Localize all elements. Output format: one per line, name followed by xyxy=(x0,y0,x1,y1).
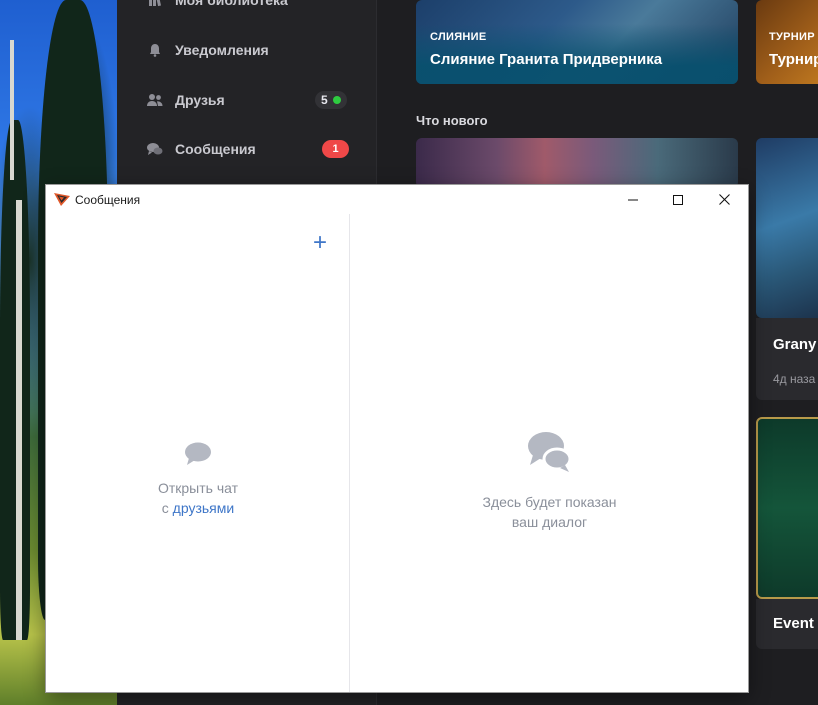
close-button[interactable] xyxy=(701,185,747,214)
online-status-dot xyxy=(332,96,341,104)
card-kicker: ТУРНИР xyxy=(769,31,815,43)
sidebar-item-library[interactable]: Моя библиотека xyxy=(117,0,375,20)
card-kicker: СЛИЯНИЕ xyxy=(430,31,487,43)
chat-bubbles-icon xyxy=(527,431,573,473)
friends-count: 5 xyxy=(321,93,328,107)
friends-online-badge: 5 xyxy=(315,91,347,109)
friends-link[interactable]: друзьями xyxy=(173,500,235,516)
event-card-merge[interactable]: СЛИЯНИЕ Слияние Гранита Придверника xyxy=(416,0,738,84)
card-title: Турнир xyxy=(769,51,818,68)
event-card-tournament[interactable]: ТУРНИР Турнир xyxy=(756,0,818,84)
maximize-icon xyxy=(673,194,683,205)
messages-window: Сообщения + Открыть чат с друзьями Здесь… xyxy=(46,185,748,692)
event-card-side-info[interactable]: Event xyxy=(756,599,818,649)
news-card-side-info[interactable]: Grany 4д наза xyxy=(756,318,818,400)
wallpaper-trunk xyxy=(16,200,22,640)
chat-bubble-icon xyxy=(184,442,212,466)
card-title: Event xyxy=(773,615,814,632)
card-title: Слияние Гранита Придверника xyxy=(430,51,663,68)
empty-text-line: ваш диалог xyxy=(511,514,588,530)
empty-text-line: Здесь будет показан xyxy=(482,494,617,510)
whats-new-heading: Что нового xyxy=(416,113,488,128)
window-titlebar[interactable]: Сообщения xyxy=(46,185,748,214)
empty-text-prefix: с xyxy=(161,500,173,516)
minimize-icon xyxy=(628,199,638,200)
event-card-side-image[interactable] xyxy=(756,417,818,599)
news-card-side-image[interactable] xyxy=(756,138,818,318)
sidebar-item-messages[interactable]: Сообщения 1 xyxy=(117,129,375,169)
bell-icon xyxy=(147,42,163,58)
unread-messages-badge: 1 xyxy=(322,140,349,158)
empty-text-line: с друзьями xyxy=(46,498,350,518)
chat-icon xyxy=(147,141,163,157)
card-title: Grany xyxy=(773,336,817,353)
sidebar-item-label: Сообщения xyxy=(175,141,256,157)
dialog-pane: Здесь будет показан ваш диалог xyxy=(351,214,748,692)
app-logo-icon xyxy=(54,192,70,206)
new-chat-button[interactable]: + xyxy=(310,231,330,255)
news-card-image[interactable] xyxy=(416,138,738,188)
sidebar-item-label: Уведомления xyxy=(175,42,269,58)
close-icon xyxy=(718,194,730,205)
sidebar-item-notifications[interactable]: Уведомления xyxy=(117,30,375,70)
empty-text-line: Открыть чат xyxy=(157,480,239,496)
empty-conversations-text: Открыть чат с друзьями xyxy=(46,478,350,518)
minimize-button[interactable] xyxy=(610,185,656,214)
sidebar-item-label: Моя библиотека xyxy=(175,0,288,8)
maximize-button[interactable] xyxy=(655,185,701,214)
card-timestamp: 4д наза xyxy=(773,372,816,386)
friends-icon xyxy=(147,92,163,108)
library-icon xyxy=(147,0,163,8)
sidebar-item-label: Друзья xyxy=(175,92,225,108)
wallpaper-tree xyxy=(0,120,30,640)
window-title: Сообщения xyxy=(75,193,141,207)
wallpaper-trunk xyxy=(10,40,14,180)
empty-dialog-text: Здесь будет показан ваш диалог xyxy=(351,492,748,532)
sidebar-item-friends[interactable]: Друзья 5 xyxy=(117,80,375,120)
conversations-pane: + Открыть чат с друзьями xyxy=(46,214,350,692)
